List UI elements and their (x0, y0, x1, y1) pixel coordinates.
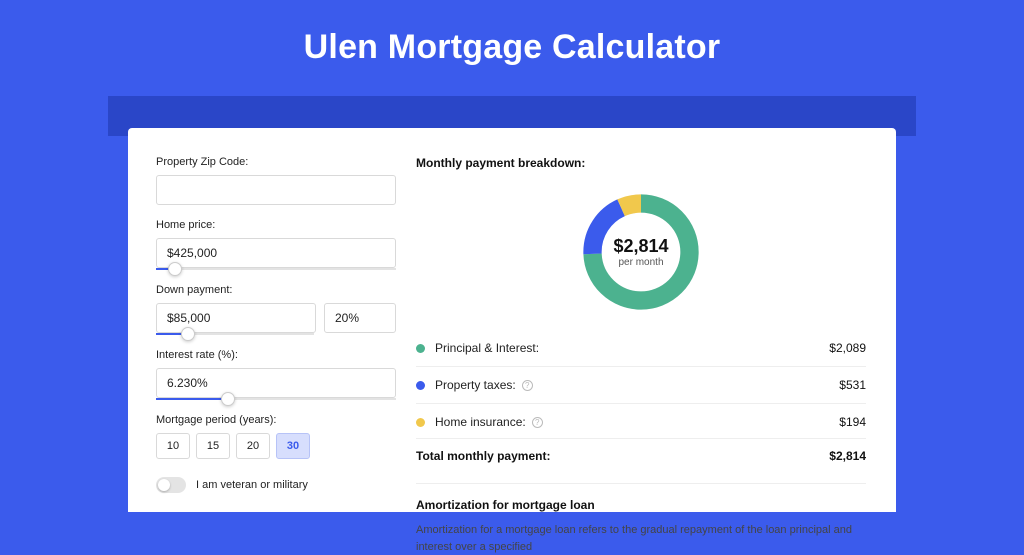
slider-thumb[interactable] (181, 327, 195, 341)
home-price-slider[interactable] (156, 268, 396, 270)
amortization-section: Amortization for mortgage loan Amortizat… (416, 483, 866, 555)
breakdown-column: Monthly payment breakdown: $2,814 per mo… (416, 156, 866, 512)
slider-thumb[interactable] (221, 392, 235, 406)
legend-dot (416, 344, 425, 353)
legend-label: Principal & Interest: (435, 341, 829, 355)
donut-wrap: $2,814 per month (416, 182, 866, 332)
down-payment-input[interactable] (156, 303, 316, 333)
period-option-15[interactable]: 15 (196, 433, 230, 459)
veteran-row: I am veteran or military (156, 477, 396, 493)
legend-label: Property taxes:? (435, 378, 839, 392)
period-option-30[interactable]: 30 (276, 433, 310, 459)
amortization-text: Amortization for a mortgage loan refers … (416, 522, 866, 555)
down-payment-slider[interactable] (156, 333, 314, 335)
interest-rate-label: Interest rate (%): (156, 349, 396, 361)
legend-dot (416, 381, 425, 390)
down-payment-label: Down payment: (156, 284, 396, 296)
interest-rate-slider[interactable] (156, 398, 396, 400)
period-label: Mortgage period (years): (156, 414, 396, 426)
total-row: Total monthly payment: $2,814 (416, 438, 866, 473)
home-price-group: Home price: (156, 219, 396, 270)
page-title: Ulen Mortgage Calculator (0, 0, 1024, 85)
total-label: Total monthly payment: (416, 449, 829, 463)
form-column: Property Zip Code: Home price: Down paym… (156, 156, 396, 512)
home-price-input[interactable] (156, 238, 396, 268)
legend-dot (416, 418, 425, 427)
info-icon[interactable]: ? (522, 380, 533, 391)
interest-rate-group: Interest rate (%): (156, 349, 396, 400)
period-option-20[interactable]: 20 (236, 433, 270, 459)
donut-sub: per month (618, 257, 663, 268)
down-payment-pct-input[interactable] (324, 303, 396, 333)
slider-thumb[interactable] (168, 262, 182, 276)
period-option-10[interactable]: 10 (156, 433, 190, 459)
interest-rate-input[interactable] (156, 368, 396, 398)
legend-row: Property taxes:?$531 (416, 369, 866, 401)
home-price-label: Home price: (156, 219, 396, 231)
period-options: 10152030 (156, 433, 396, 459)
down-payment-group: Down payment: (156, 284, 396, 335)
zip-field-group: Property Zip Code: (156, 156, 396, 205)
calculator-card: Property Zip Code: Home price: Down paym… (128, 128, 896, 512)
veteran-label: I am veteran or military (196, 479, 308, 491)
total-value: $2,814 (829, 449, 866, 463)
info-icon[interactable]: ? (532, 417, 543, 428)
legend-value: $2,089 (829, 341, 866, 355)
zip-input[interactable] (156, 175, 396, 205)
legend-row: Home insurance:?$194 (416, 406, 866, 438)
legend: Principal & Interest:$2,089 Property taxe… (416, 332, 866, 438)
period-group: Mortgage period (years): 10152030 (156, 414, 396, 459)
zip-label: Property Zip Code: (156, 156, 396, 168)
breakdown-title: Monthly payment breakdown: (416, 156, 866, 170)
legend-row: Principal & Interest:$2,089 (416, 332, 866, 364)
legend-value: $194 (839, 415, 866, 429)
donut-amount: $2,814 (613, 236, 668, 257)
legend-value: $531 (839, 378, 866, 392)
payment-donut-chart: $2,814 per month (577, 188, 705, 316)
legend-label: Home insurance:? (435, 415, 839, 429)
amortization-title: Amortization for mortgage loan (416, 498, 866, 512)
veteran-toggle[interactable] (156, 477, 186, 493)
